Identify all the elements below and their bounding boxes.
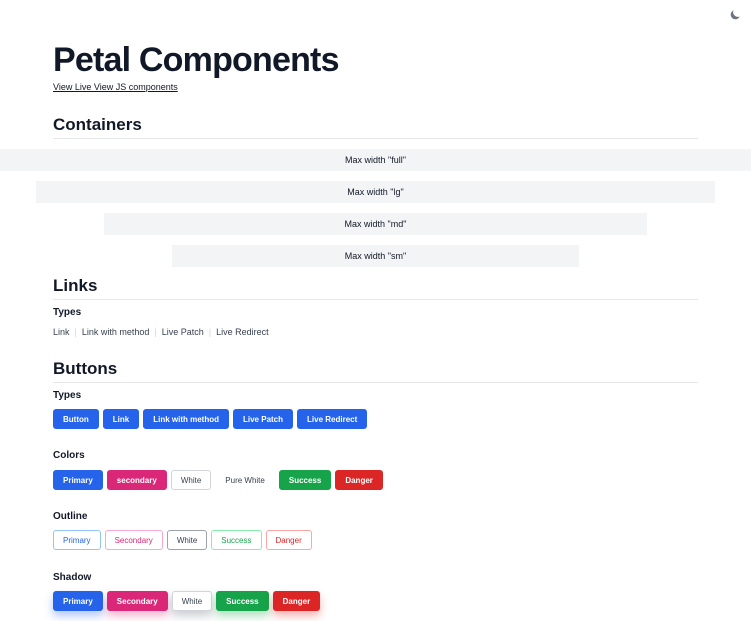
buttons-shadow-label: Shadow — [53, 572, 92, 583]
button-type-link-with-method[interactable]: Link with method — [143, 409, 229, 429]
link-plain[interactable]: Link — [53, 327, 70, 337]
button-type-link[interactable]: Link — [102, 409, 140, 429]
links-divider — [53, 299, 698, 300]
button-outline-primary[interactable]: Primary — [53, 530, 101, 550]
button-color-secondary[interactable]: secondary — [106, 470, 167, 490]
buttons-colors-row: Primary secondary White Pure White Succe… — [53, 470, 383, 490]
buttons-divider — [53, 382, 698, 383]
button-outline-success[interactable]: Success — [211, 530, 262, 550]
links-types-row: Link | Link with method | Live Patch | L… — [53, 327, 269, 337]
buttons-shadow-row: Primary Secondary White Success Danger — [53, 591, 321, 611]
button-outline-danger[interactable]: Danger — [265, 530, 312, 550]
moon-icon[interactable] — [728, 8, 742, 22]
button-outline-secondary[interactable]: Secondary — [104, 530, 163, 550]
button-color-danger[interactable]: Danger — [335, 470, 383, 490]
link-live-patch[interactable]: Live Patch — [162, 327, 204, 337]
button-shadow-danger[interactable]: Danger — [272, 591, 321, 611]
button-color-pure-white[interactable]: Pure White — [215, 470, 275, 490]
button-type-live-patch[interactable]: Live Patch — [233, 409, 294, 429]
link-separator: | — [74, 327, 77, 337]
container-full: Max width "full" — [0, 149, 751, 171]
link-separator: | — [208, 327, 212, 337]
containers-heading: Containers — [53, 115, 142, 134]
link-separator: | — [154, 327, 157, 337]
container-md: Max width "md" — [104, 213, 647, 235]
buttons-outline-label: Outline — [53, 511, 88, 522]
button-type-button[interactable]: Button — [53, 409, 99, 429]
button-type-live-redirect[interactable]: Live Redirect — [297, 409, 368, 429]
button-shadow-secondary[interactable]: Secondary — [106, 591, 168, 611]
button-shadow-success[interactable]: Success — [216, 591, 269, 611]
button-outline-white[interactable]: White — [166, 530, 208, 550]
links-heading: Links — [53, 276, 98, 295]
live-view-js-components-link[interactable]: View Live View JS components — [53, 82, 178, 92]
buttons-heading: Buttons — [53, 359, 118, 378]
button-shadow-white[interactable]: White — [171, 591, 213, 611]
button-color-white[interactable]: White — [170, 470, 212, 490]
link-with-method[interactable]: Link with method — [82, 327, 150, 337]
button-color-success[interactable]: Success — [278, 470, 332, 490]
link-live-redirect[interactable]: Live Redirect — [216, 327, 269, 337]
button-color-primary[interactable]: Primary — [53, 470, 103, 490]
container-lg: Max width "lg" — [36, 181, 715, 203]
buttons-types-row: Button Link Link with method Live Patch … — [53, 409, 368, 429]
button-shadow-primary[interactable]: Primary — [53, 591, 103, 611]
buttons-outline-row: Primary Secondary White Success Danger — [53, 530, 312, 550]
page-title: Petal Components — [53, 41, 339, 79]
containers-divider — [53, 138, 698, 139]
buttons-colors-label: Colors — [53, 450, 85, 461]
buttons-types-label: Types — [53, 390, 82, 401]
container-sm: Max width "sm" — [172, 245, 579, 267]
links-types-label: Types — [53, 307, 82, 318]
